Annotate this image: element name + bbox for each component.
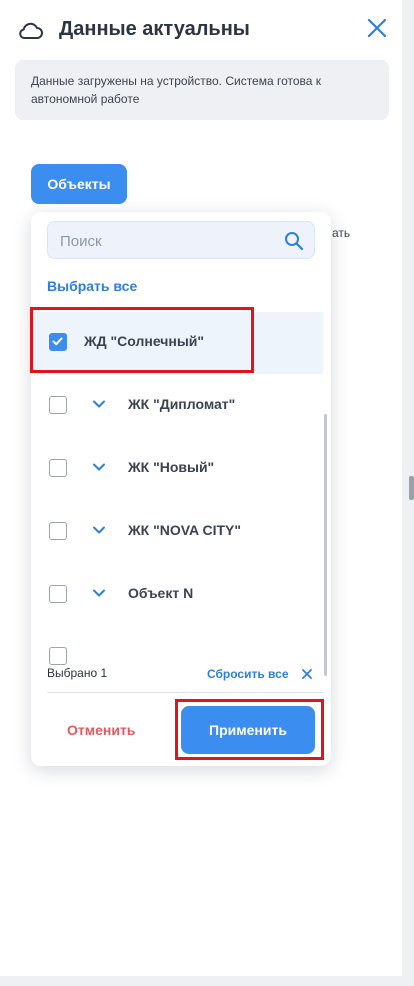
chevron-down-icon[interactable]	[92, 399, 106, 409]
chevron-down-icon[interactable]	[92, 588, 106, 598]
search-input[interactable]	[48, 222, 292, 260]
reset-all-link[interactable]: Сбросить все	[207, 667, 289, 681]
list-item-label: ЖК "Дипломат"	[128, 396, 236, 412]
objects-list: ЖД "Солнечный" ЖК "Дипломат" ЖК "Новый"	[31, 312, 331, 752]
list-item-label: ЖК "NOVA CITY"	[128, 522, 242, 538]
chevron-down-icon[interactable]	[92, 525, 106, 535]
list-item[interactable]: Объект N	[31, 564, 323, 626]
sync-panel: Данные актуальны Данные загружены на уст…	[0, 0, 402, 976]
checkmark-icon	[52, 337, 63, 346]
selected-count: Выбрано 1	[47, 666, 108, 680]
checkbox[interactable]	[49, 647, 67, 665]
panel-title: Данные актуальны	[59, 18, 250, 40]
partially-hidden-text: ать	[332, 226, 351, 240]
cancel-button[interactable]: Отменить	[67, 718, 159, 742]
list-item-label: ЖД "Солнечный"	[84, 333, 205, 349]
close-icon[interactable]	[302, 669, 312, 679]
cloud-icon	[19, 22, 43, 39]
close-icon[interactable]	[365, 16, 389, 40]
panel-header: Данные актуальны	[16, 14, 396, 46]
chevron-down-icon[interactable]	[92, 462, 106, 472]
checkbox[interactable]	[49, 585, 67, 603]
list-item[interactable]: ЖК "NOVA CITY"	[31, 501, 323, 563]
search-field[interactable]	[47, 221, 315, 260]
list-item[interactable]: ЖК "Дипломат"	[31, 375, 323, 437]
list-item[interactable]: ЖК "Новый"	[31, 438, 323, 500]
divider	[47, 692, 323, 693]
objects-dropdown: Выбрать все ЖД "Солнечный" ЖК "Дипломат"	[31, 212, 331, 766]
checkbox[interactable]	[49, 459, 67, 477]
checkbox[interactable]	[49, 522, 67, 540]
select-all-link[interactable]: Выбрать все	[47, 278, 137, 294]
scrollbar-thumb[interactable]	[324, 414, 327, 676]
objects-button[interactable]: Объекты	[31, 164, 127, 204]
checkbox-checked[interactable]	[49, 333, 67, 351]
resize-handle[interactable]	[409, 476, 414, 500]
list-item-label: ЖК "Новый"	[128, 459, 215, 475]
list-item-label: Объект N	[128, 585, 194, 601]
search-icon[interactable]	[284, 231, 304, 251]
apply-button[interactable]: Применить	[181, 706, 315, 754]
checkbox[interactable]	[49, 396, 67, 414]
status-notice: Данные загружены на устройство. Система …	[15, 60, 389, 120]
list-item[interactable]: ЖД "Солнечный"	[31, 312, 323, 374]
